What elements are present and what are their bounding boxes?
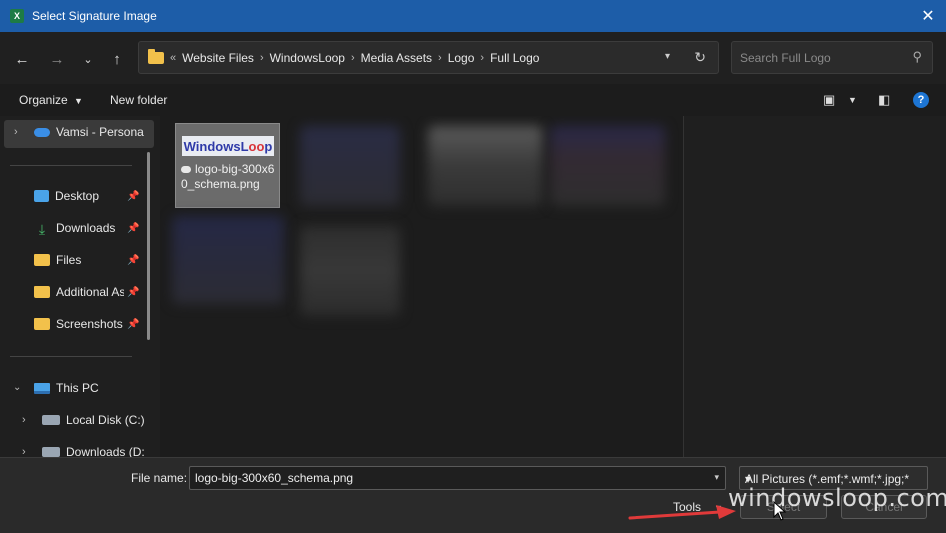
watermark-text: windowsloop.com — [728, 484, 946, 512]
thumbnail-text-accent: oo — [248, 138, 265, 154]
sidebar-scrollbar[interactable] — [147, 152, 150, 340]
pin-icon: 📌 — [127, 223, 140, 234]
download-icon: ⤓ — [38, 221, 46, 237]
chevron-right-icon: › — [480, 51, 485, 64]
window-title: Select Signature Image — [32, 9, 157, 23]
chevron-down-icon: ▼ — [74, 96, 83, 106]
sidebar-item-onedrive[interactable]: Vamsi - Persona — [34, 122, 144, 142]
annotation-arrow-icon — [628, 505, 736, 520]
sidebar-item-label: Downloads — [56, 221, 116, 235]
command-toolbar: Organize ▼ New folder ▣ ▼ ◧ ? — [0, 84, 946, 116]
divider — [10, 356, 132, 357]
file-name-text: logo-big-300x60_schema.png — [181, 162, 275, 191]
pin-icon: 📌 — [127, 255, 140, 266]
chevron-down-icon[interactable]: ⌄ — [13, 382, 21, 393]
chevron-down-icon[interactable]: ▼ — [848, 95, 857, 105]
thumbnail-text: p — [264, 138, 273, 154]
folder-icon — [148, 48, 164, 64]
file-tile-selected[interactable]: WindowsL oo p logo-big-300x60_schema.png — [175, 123, 280, 208]
breadcrumb-windowsloop[interactable]: WindowsLoop — [270, 51, 345, 65]
file-name-label: logo-big-300x60_schema.png — [181, 162, 277, 192]
sidebar-item-additional-assets[interactable]: Additional As — [34, 282, 124, 302]
sidebar-item-local-disk[interactable]: Local Disk (C:) — [42, 410, 145, 430]
sidebar-item-label: Downloads (D: — [66, 445, 145, 457]
forward-arrow-icon[interactable]: → — [46, 48, 68, 70]
view-mode-icon[interactable]: ▣ — [823, 92, 835, 108]
navigation-bar: ← → ⌄ ↑ « Website Files › WindowsLoop › … — [0, 32, 946, 84]
sidebar-item-label: Additional As — [56, 285, 124, 299]
sidebar-item-desktop[interactable]: Desktop — [34, 186, 99, 206]
pin-icon: 📌 — [127, 191, 140, 202]
organize-label: Organize — [19, 93, 68, 107]
address-bar[interactable]: « Website Files › WindowsLoop › Media As… — [138, 41, 719, 74]
file-tile-blurred[interactable] — [172, 216, 284, 304]
sidebar-item-label: Files — [56, 253, 82, 267]
folder-icon — [34, 286, 50, 298]
sidebar-item-label: Screenshots — [56, 317, 123, 331]
up-arrow-icon[interactable]: ↑ — [106, 48, 128, 70]
sidebar-item-label: This PC — [56, 381, 99, 395]
search-box[interactable]: ⚲ — [731, 41, 933, 74]
folder-icon — [34, 254, 50, 266]
sidebar-item-downloads-drive[interactable]: Downloads (D: — [42, 442, 145, 457]
back-arrow-icon[interactable]: ← — [11, 48, 33, 70]
folder-icon — [34, 318, 50, 330]
close-icon[interactable]: ✕ — [918, 6, 938, 26]
excel-app-icon: X — [10, 9, 24, 23]
chevron-right-icon: › — [438, 51, 442, 64]
file-name-input[interactable] — [190, 467, 700, 489]
pin-icon: 📌 — [127, 287, 140, 298]
breadcrumb-media-assets[interactable]: Media Assets — [361, 51, 432, 65]
file-name-field[interactable]: ▾ — [189, 466, 726, 490]
title-bar: X Select Signature Image ✕ — [0, 0, 946, 32]
sidebar-item-files[interactable]: Files — [34, 250, 81, 270]
refresh-icon[interactable]: ↻ — [694, 49, 706, 66]
breadcrumb-website-files[interactable]: Website Files — [182, 51, 254, 65]
preview-pane-icon[interactable]: ◧ — [878, 92, 890, 108]
file-name-label: File name: — [131, 471, 188, 485]
sidebar-item-this-pc[interactable]: This PC — [34, 378, 99, 398]
thumbnail-text: WindowsL — [183, 138, 249, 154]
pc-icon — [34, 382, 50, 394]
file-tile-blurred[interactable] — [300, 126, 400, 206]
new-folder-button[interactable]: New folder — [110, 93, 167, 107]
navigation-pane: › Vamsi - Persona Desktop 📌 ⤓ Downloads … — [0, 116, 160, 457]
breadcrumb-overflow-icon[interactable]: « — [170, 52, 176, 64]
search-icon[interactable]: ⚲ — [912, 49, 922, 65]
preview-pane — [684, 116, 946, 457]
organize-button[interactable]: Organize ▼ — [19, 93, 83, 107]
desktop-icon — [34, 190, 49, 202]
chevron-right-icon: › — [259, 51, 264, 64]
chevron-right-icon[interactable]: › — [22, 446, 26, 457]
onedrive-cloud-icon — [34, 127, 50, 137]
mouse-cursor-icon — [773, 501, 787, 521]
disk-icon — [42, 447, 60, 457]
chevron-right-icon: › — [350, 51, 355, 64]
search-input[interactable] — [732, 42, 902, 73]
breadcrumb-full-logo[interactable]: Full Logo — [490, 51, 539, 65]
divider — [10, 165, 132, 166]
file-tile-blurred[interactable] — [550, 126, 665, 206]
sidebar-item-label: Local Disk (C:) — [66, 413, 145, 427]
file-tile-blurred[interactable] — [300, 226, 400, 316]
file-tile-blurred[interactable] — [428, 126, 543, 206]
sidebar-item-screenshots[interactable]: Screenshots — [34, 314, 123, 334]
chevron-right-icon[interactable]: › — [22, 414, 26, 426]
recent-locations-chevron-icon[interactable]: ⌄ — [77, 48, 99, 70]
help-icon[interactable]: ? — [913, 92, 929, 108]
breadcrumb-logo[interactable]: Logo — [448, 51, 475, 65]
file-list: WindowsL oo p logo-big-300x60_schema.png — [160, 116, 683, 457]
sidebar-item-label: Vamsi - Persona — [56, 125, 144, 139]
sidebar-item-label: Desktop — [55, 189, 100, 203]
sidebar-item-downloads[interactable]: ⤓ Downloads — [34, 218, 115, 238]
chevron-down-icon[interactable]: ▾ — [714, 472, 719, 483]
file-thumbnail: WindowsL oo p — [182, 136, 274, 156]
disk-icon — [42, 415, 60, 425]
cloud-sync-icon — [181, 166, 191, 173]
chevron-down-icon[interactable]: ▾ — [665, 51, 670, 62]
chevron-right-icon[interactable]: › — [14, 126, 18, 138]
pin-icon: 📌 — [127, 319, 140, 330]
